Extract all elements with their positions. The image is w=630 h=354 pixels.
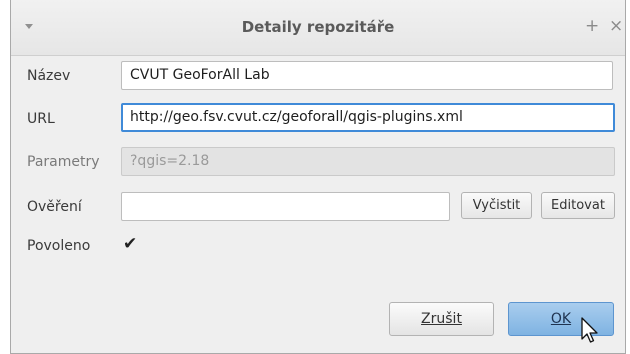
cancel-button-label: Zrušit: [421, 311, 462, 327]
auth-label: Ověření: [27, 199, 82, 215]
ok-button-label: OK: [550, 311, 572, 327]
url-input[interactable]: http://geo.fsv.cvut.cz/geoforall/qgis-pl…: [121, 103, 615, 132]
clear-button[interactable]: Vyčistit: [461, 192, 532, 219]
title-bar: Detaily repozitáře + ×: [11, 0, 625, 56]
close-icon[interactable]: ×: [609, 16, 623, 36]
name-label: Název: [27, 68, 71, 84]
enabled-label: Povoleno: [27, 238, 91, 254]
enabled-checkbox[interactable]: ✔: [123, 234, 143, 254]
url-label: URL: [27, 111, 55, 127]
mouse-cursor-icon: [581, 317, 598, 343]
parameters-input: ?qgis=2.18: [121, 147, 615, 176]
dialog-title: Detaily repozitáře: [241, 18, 395, 36]
cancel-button[interactable]: Zrušit: [389, 302, 494, 336]
edit-button[interactable]: Editovat: [541, 192, 615, 219]
parameters-label: Parametry: [27, 154, 100, 170]
plus-icon[interactable]: +: [585, 16, 599, 36]
name-input[interactable]: CVUT GeoForAll Lab: [121, 61, 613, 90]
repository-details-dialog: Detaily repozitáře + × Název CVUT GeoFor…: [10, 0, 626, 354]
auth-input[interactable]: [121, 192, 450, 221]
